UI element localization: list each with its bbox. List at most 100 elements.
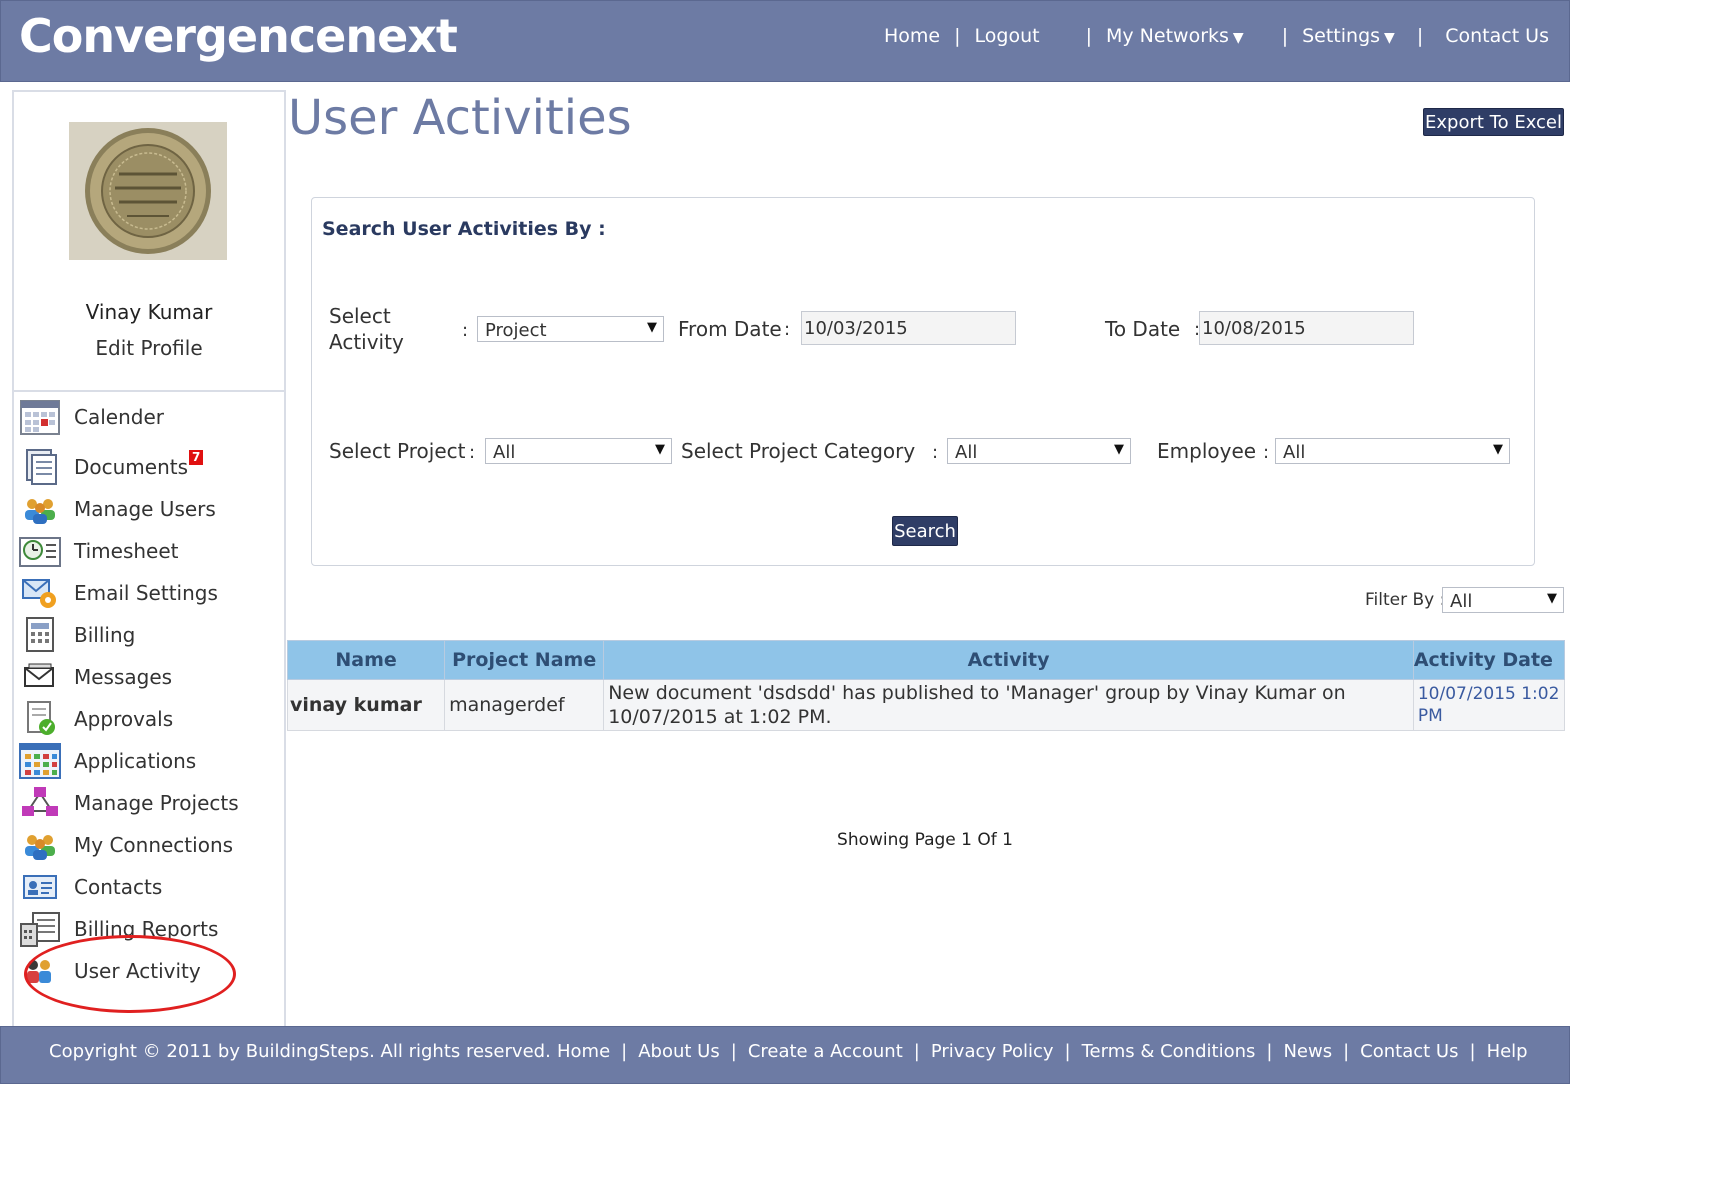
sidebar-item-label: Manage Projects	[74, 791, 239, 815]
caret-down-icon: ▼	[1232, 30, 1244, 46]
copyright-text: Copyright © 2011 by BuildingSteps. All r…	[49, 1041, 551, 1062]
footer-link-create-account[interactable]: Create a Account	[748, 1041, 903, 1062]
sidebar-item-messages[interactable]: Messages	[18, 656, 282, 698]
sidebar-menu: Calender Documents 7 Manage Users Timeshe…	[18, 396, 282, 992]
top-nav: Home | Logout | My Networks ▼ | Settings ▼…	[884, 25, 1549, 47]
cell-name[interactable]: vinay kumar	[286, 679, 446, 731]
footer-separator: |	[1266, 1041, 1273, 1062]
nav-separator: |	[1416, 25, 1424, 47]
sidebar-item-calender[interactable]: Calender	[18, 396, 282, 438]
select-project-value: All	[493, 442, 516, 463]
footer-link-privacy-policy[interactable]: Privacy Policy	[931, 1041, 1054, 1062]
select-activity-dropdown[interactable]: Project ▼	[477, 316, 664, 342]
avatar[interactable]	[69, 122, 227, 260]
sidebar-item-label: Documents	[74, 455, 189, 479]
colon: :	[784, 319, 791, 340]
select-project-dropdown[interactable]: All ▼	[485, 438, 672, 464]
dropdown-arrow-icon: ▼	[655, 442, 665, 457]
column-header-project-name[interactable]: Project Name	[444, 640, 605, 680]
project-category-dropdown[interactable]: All ▼	[947, 438, 1131, 464]
cell-activity-date: 10/07/2015 1:02 PM	[1412, 679, 1566, 731]
sidebar-item-label: Contacts	[74, 875, 163, 899]
divider	[14, 390, 284, 392]
sidebar-item-applications[interactable]: Applications	[18, 740, 282, 782]
projects-icon	[18, 784, 62, 822]
connections-icon	[18, 826, 62, 864]
edit-profile-link[interactable]: Edit Profile	[14, 336, 284, 360]
search-panel: Search User Activities By : Select Activ…	[311, 197, 1535, 566]
nav-separator: |	[954, 25, 961, 47]
select-activity-label: Select Activity	[329, 304, 404, 354]
column-header-activity[interactable]: Activity	[603, 640, 1414, 680]
contacts-icon	[18, 868, 62, 906]
footer-link-contact-us[interactable]: Contact Us	[1360, 1041, 1458, 1062]
users-icon	[18, 490, 62, 528]
nav-home-link[interactable]: Home	[884, 25, 940, 47]
from-date-label: From Date	[678, 317, 782, 341]
filter-by-label: Filter By :	[1365, 590, 1446, 610]
sidebar-item-label: Email Settings	[74, 581, 218, 605]
page-frame: Convergencenext Home | Logout | My Netwo…	[0, 0, 1570, 1084]
nav-contact-link[interactable]: Contact Us	[1445, 25, 1549, 47]
footer-link-help[interactable]: Help	[1487, 1041, 1528, 1062]
search-button[interactable]: Search	[892, 516, 958, 546]
export-to-excel-button[interactable]: Export To Excel	[1423, 108, 1564, 136]
colon: :	[462, 320, 469, 341]
sidebar-item-manage-users[interactable]: Manage Users	[18, 488, 282, 530]
employee-label: Employee	[1157, 439, 1257, 463]
footer: Copyright © 2011 by BuildingSteps. All r…	[0, 1026, 1570, 1084]
sidebar-item-label: Applications	[74, 749, 197, 773]
nav-logout-link[interactable]: Logout	[975, 25, 1040, 47]
sidebar-item-contacts[interactable]: Contacts	[18, 866, 282, 908]
footer-link-about-us[interactable]: About Us	[638, 1041, 720, 1062]
footer-separator: |	[730, 1041, 737, 1062]
from-date-input[interactable]	[801, 311, 1016, 345]
footer-link-news[interactable]: News	[1283, 1041, 1332, 1062]
dropdown-arrow-icon: ▼	[647, 320, 657, 335]
table-header-row: Name Project Name Activity Activity Date	[286, 640, 1566, 680]
sidebar-item-my-connections[interactable]: My Connections	[18, 824, 282, 866]
cell-activity: New document 'dsdsdd' has published to '…	[603, 679, 1414, 731]
cell-project-name: managerdef	[444, 679, 605, 731]
top-header: Convergencenext Home | Logout | My Netwo…	[0, 0, 1570, 82]
email-settings-icon	[18, 574, 62, 612]
calendar-icon	[18, 398, 62, 436]
employee-dropdown[interactable]: All ▼	[1275, 438, 1510, 464]
colon: :	[932, 442, 939, 463]
select-project-label: Select Project	[329, 439, 466, 463]
sidebar-item-label: Billing	[74, 623, 136, 647]
sidebar-item-timesheet[interactable]: Timesheet	[18, 530, 282, 572]
sidebar-item-email-settings[interactable]: Email Settings	[18, 572, 282, 614]
sidebar-item-manage-projects[interactable]: Manage Projects	[18, 782, 282, 824]
sidebar-item-approvals[interactable]: Approvals	[18, 698, 282, 740]
nav-settings-menu[interactable]: Settings ▼	[1302, 25, 1395, 47]
site-logo[interactable]: Convergencenext	[19, 9, 458, 63]
caret-down-icon: ▼	[1384, 30, 1395, 46]
sidebar-item-documents[interactable]: Documents 7	[18, 446, 282, 488]
filter-by-dropdown[interactable]: All ▼	[1442, 587, 1564, 613]
to-date-label: To Date	[1105, 317, 1181, 341]
footer-link-terms[interactable]: Terms & Conditions	[1082, 1041, 1256, 1062]
footer-separator: |	[621, 1041, 628, 1062]
nav-separator: |	[1281, 25, 1289, 47]
project-category-value: All	[955, 442, 978, 463]
activities-table: Name Project Name Activity Activity Date…	[286, 640, 1566, 731]
employee-value: All	[1283, 442, 1306, 463]
footer-link-home[interactable]: Home	[557, 1041, 610, 1062]
table-row: vinay kumar managerdef New document 'dsd…	[286, 679, 1566, 731]
column-header-name[interactable]: Name	[286, 640, 446, 680]
dropdown-arrow-icon: ▼	[1493, 442, 1503, 457]
billing-icon	[18, 616, 62, 654]
sidebar-item-label: Messages	[74, 665, 173, 689]
page-title: User Activities	[288, 90, 632, 146]
billing-reports-icon	[18, 910, 62, 948]
sidebar-item-billing[interactable]: Billing	[18, 614, 282, 656]
sidebar-item-label: Calender	[74, 405, 164, 429]
messages-icon	[18, 658, 62, 696]
to-date-input[interactable]	[1199, 311, 1414, 345]
nav-my-networks-menu[interactable]: My Networks ▼	[1106, 25, 1244, 47]
column-header-activity-date[interactable]: Activity Date	[1412, 640, 1566, 680]
colon: :	[1263, 442, 1270, 463]
project-category-label: Select Project Category	[681, 439, 916, 463]
nav-separator: |	[1085, 25, 1092, 47]
